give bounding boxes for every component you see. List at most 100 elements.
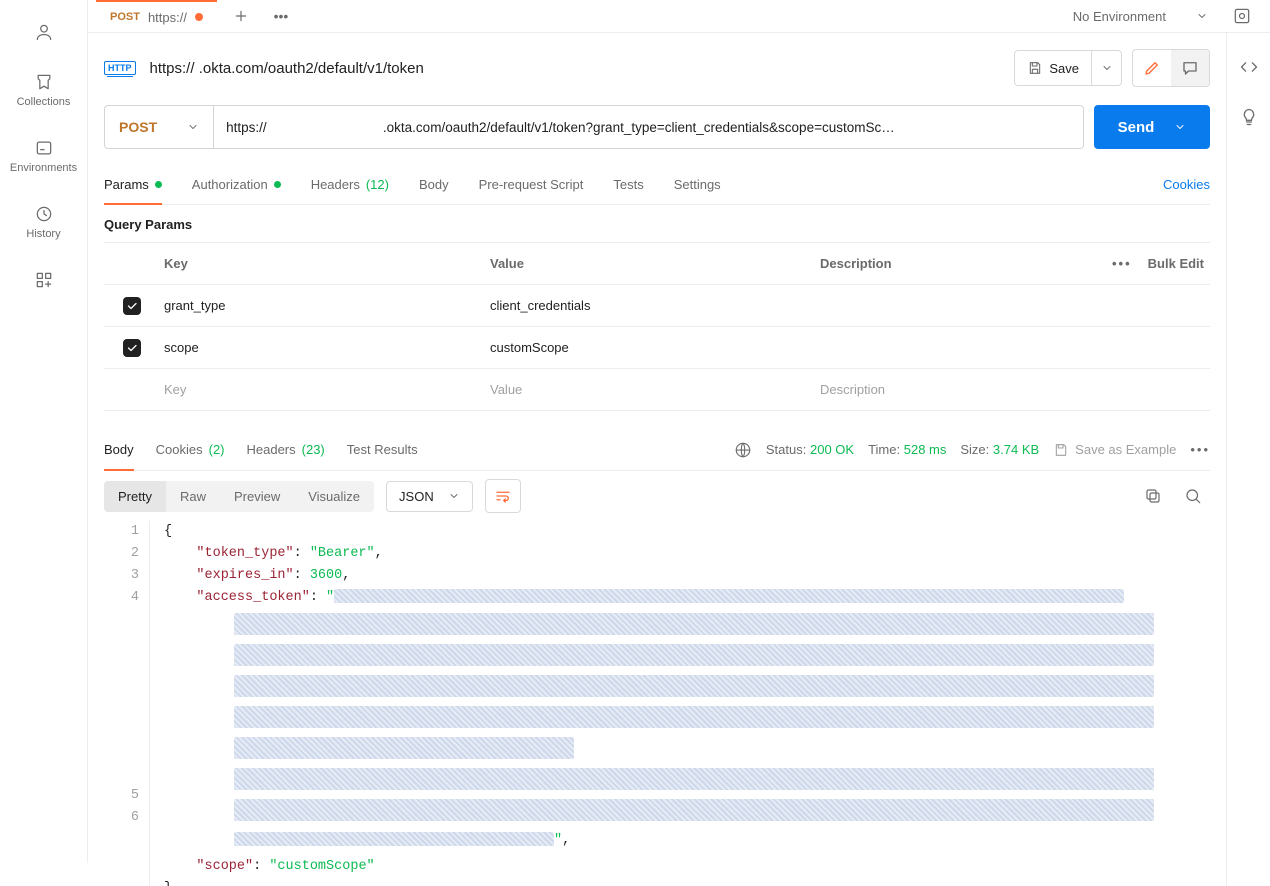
view-pretty[interactable]: Pretty — [104, 481, 166, 512]
nav-history-label: History — [26, 228, 60, 240]
table-row-new[interactable]: Key Value Description — [104, 369, 1210, 411]
param-value[interactable]: client_credentials — [490, 298, 820, 313]
code-token: "expires_in" — [196, 568, 293, 583]
tab-tests[interactable]: Tests — [613, 165, 643, 204]
resp-tab-cookies-count: (2) — [209, 442, 225, 457]
url-input[interactable] — [214, 106, 1083, 148]
resp-tab-test-results[interactable]: Test Results — [347, 429, 418, 470]
left-sidebar: Collections Environments History — [0, 0, 88, 863]
response-body-toolbar: Pretty Raw Preview Visualize JSON — [104, 471, 1210, 521]
param-value[interactable]: customScope — [490, 340, 820, 355]
check-icon — [126, 342, 138, 354]
save-as-example-button[interactable]: Save as Example — [1053, 442, 1176, 458]
row-checkbox[interactable] — [123, 339, 141, 357]
copy-icon — [1144, 487, 1162, 505]
param-value-placeholder[interactable]: Value — [490, 382, 820, 397]
save-button[interactable]: Save — [1014, 50, 1122, 86]
tab-title: https:// — [148, 10, 187, 25]
tab-body[interactable]: Body — [419, 165, 449, 204]
http-badge-icon: HTTP — [104, 61, 136, 75]
send-button[interactable]: Send — [1094, 105, 1210, 149]
build-mode-button[interactable] — [1133, 50, 1171, 86]
time-label: Time: — [868, 442, 900, 457]
code-snippet-icon[interactable] — [1239, 57, 1259, 77]
search-response-button[interactable] — [1176, 479, 1210, 513]
lightbulb-icon[interactable] — [1239, 107, 1259, 127]
param-key[interactable]: scope — [160, 340, 490, 355]
tab-tests-label: Tests — [613, 177, 643, 192]
pencil-icon — [1143, 59, 1161, 77]
wrap-icon — [494, 487, 512, 505]
table-row[interactable]: grant_type client_credentials — [104, 285, 1210, 327]
tab-headers[interactable]: Headers (12) — [311, 165, 389, 204]
nav-collections-label: Collections — [17, 96, 71, 108]
body-format-select[interactable]: JSON — [386, 481, 473, 512]
nav-history[interactable]: History — [0, 194, 87, 250]
code-token: "scope" — [196, 859, 253, 874]
tab-overflow-button[interactable]: ••• — [265, 0, 297, 32]
body-format-value: JSON — [399, 489, 434, 504]
nav-environments[interactable]: Environments — [0, 128, 87, 184]
wrap-lines-button[interactable] — [485, 479, 521, 513]
param-key[interactable]: grant_type — [160, 298, 490, 313]
send-label: Send — [1118, 119, 1155, 136]
new-tab-button[interactable] — [225, 0, 257, 32]
copy-response-button[interactable] — [1136, 479, 1170, 513]
more-options-button[interactable]: ••• — [1112, 256, 1132, 271]
tab-params[interactable]: Params — [104, 165, 162, 204]
resp-tab-headers[interactable]: Headers (23) — [247, 429, 325, 470]
resp-tab-cookies[interactable]: Cookies (2) — [156, 429, 225, 470]
resp-tab-body[interactable]: Body — [104, 429, 134, 470]
tab-headers-count: (12) — [366, 177, 389, 192]
tab-headers-label: Headers — [311, 177, 360, 192]
tab-prerequest[interactable]: Pre-request Script — [479, 165, 584, 204]
environments-icon — [34, 138, 54, 158]
search-icon — [1184, 487, 1202, 505]
comment-mode-button[interactable] — [1171, 50, 1209, 86]
editor-mode-toggle — [1132, 49, 1210, 87]
active-indicator-icon — [155, 181, 162, 188]
param-desc-placeholder[interactable]: Description — [820, 382, 1090, 397]
tab-params-label: Params — [104, 177, 149, 192]
environment-quicklook-icon[interactable] — [1232, 6, 1252, 26]
request-subtabs: Params Authorization Headers (12) Body P… — [104, 165, 1210, 205]
nav-more[interactable] — [0, 260, 87, 300]
unsaved-dot-icon — [195, 13, 203, 21]
environment-label: No Environment — [1073, 9, 1166, 24]
tab-authorization-label: Authorization — [192, 177, 268, 192]
response-body-code[interactable]: 1234 56 { "token_type": "Bearer", "expir… — [104, 521, 1210, 886]
code-token: "Bearer" — [310, 546, 375, 561]
bulk-edit-button[interactable]: Bulk Edit — [1148, 256, 1204, 271]
response-more-button[interactable]: ••• — [1190, 442, 1210, 457]
right-context-bar — [1226, 33, 1270, 886]
chevron-down-icon — [1196, 10, 1208, 22]
save-dropdown[interactable] — [1091, 51, 1121, 85]
more-horizontal-icon: ••• — [274, 8, 289, 24]
account-menu[interactable] — [0, 12, 87, 52]
save-label: Save — [1049, 61, 1079, 76]
resp-tab-cookies-label: Cookies — [156, 442, 203, 457]
request-tab[interactable]: POST https:// — [96, 0, 217, 32]
view-visualize[interactable]: Visualize — [294, 481, 374, 512]
row-checkbox[interactable] — [123, 297, 141, 315]
response-subtabs: Body Cookies (2) Headers (23) Test Resul… — [104, 429, 1210, 471]
collections-icon — [34, 72, 54, 92]
status-value: 200 OK — [810, 442, 854, 457]
globe-icon[interactable] — [734, 441, 752, 459]
tab-settings[interactable]: Settings — [674, 165, 721, 204]
status-label: Status: — [766, 442, 806, 457]
view-raw[interactable]: Raw — [166, 481, 220, 512]
cookies-link[interactable]: Cookies — [1163, 177, 1210, 192]
active-indicator-icon — [274, 181, 281, 188]
method-select[interactable]: POST — [105, 106, 214, 148]
table-row[interactable]: scope customScope — [104, 327, 1210, 369]
param-key-placeholder[interactable]: Key — [160, 382, 490, 397]
environment-select[interactable]: No Environment — [1063, 9, 1218, 24]
nav-collections[interactable]: Collections — [0, 62, 87, 118]
view-preview[interactable]: Preview — [220, 481, 294, 512]
tab-settings-label: Settings — [674, 177, 721, 192]
request-name[interactable]: https:// .okta.com/oauth2/default/v1/tok… — [150, 60, 424, 77]
tab-authorization[interactable]: Authorization — [192, 165, 281, 204]
code-token: "customScope" — [269, 859, 374, 874]
resp-tab-headers-label: Headers — [247, 442, 296, 457]
